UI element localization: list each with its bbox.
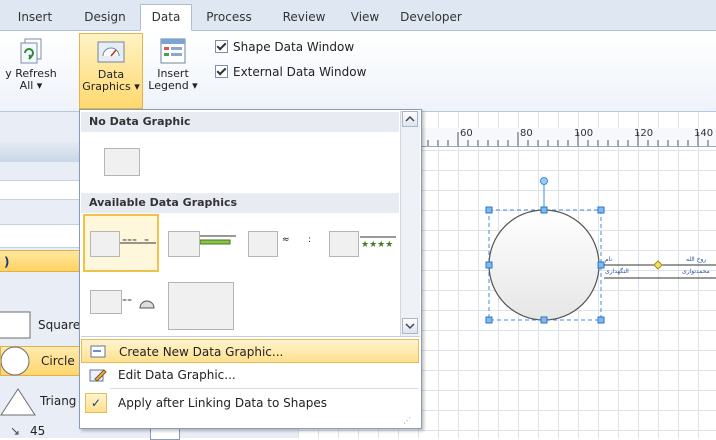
tab-insert[interactable]: Insert (10, 5, 60, 29)
refresh-icon (16, 37, 46, 65)
refresh-all-label-2: All ▾ (19, 79, 43, 92)
data-graphic-thumb[interactable] (248, 231, 278, 257)
legend-icon (158, 37, 188, 65)
shape-triangle-label: Triang (40, 394, 77, 408)
ruler-tick-label: 80 (520, 128, 533, 139)
no-data-graphic-header: No Data Graphic (81, 112, 399, 132)
callout-text: روح الله (686, 256, 707, 263)
scroll-up-button[interactable] (402, 111, 418, 127)
selected-circle-shape[interactable] (470, 170, 716, 330)
data-graphic-thumb[interactable] (168, 231, 200, 257)
tab-developer[interactable]: Developer (394, 5, 468, 29)
scroll-down-button[interactable] (402, 318, 418, 334)
available-data-graphics-header: Available Data Graphics (81, 193, 399, 213)
edit-data-graphic-item[interactable]: Edit Data Graphic... (81, 363, 419, 387)
shape-square-label: Square (38, 318, 81, 332)
circle-shape-icon (1, 346, 30, 376)
svg-text:≈≈: ≈≈ (122, 297, 132, 304)
ribbon: y Refresh All ▾ Data Graphics ▾ Insert L… (0, 31, 716, 112)
data-graphic-thumb[interactable] (90, 290, 122, 314)
checkbox-checked-icon (215, 65, 228, 78)
callout-text: محمدتواری (682, 268, 710, 275)
data-graphic-thumb[interactable] (168, 282, 234, 330)
insert-legend-button[interactable]: Insert Legend ▾ (144, 33, 202, 103)
ribbon-tab-bar: Insert Design Data Process Review View D… (0, 0, 716, 31)
text-icon: ≈ (282, 235, 290, 245)
panel-bullet-icon: ) (4, 255, 10, 269)
star-rating-icon: ★★★★ (360, 236, 396, 248)
speedometer-icon: ≈≈ (122, 297, 155, 309)
create-new-data-graphic-item[interactable]: Create New Data Graphic... (81, 339, 419, 363)
data-graphics-label-2: Graphics ▾ (82, 80, 140, 93)
data-graphics-dropdown: No Data Graphic Available Data Graphics … (79, 109, 422, 429)
edit-pencil-icon (89, 369, 107, 382)
shape-45-degree-label: 45 degree (30, 424, 46, 438)
external-data-window-label: External Data Window (233, 65, 367, 79)
gallery-scrollbar[interactable] (400, 111, 420, 336)
shape-circle-label: Circle (41, 354, 75, 368)
shape-45-degree[interactable]: ↘ 45 degree (0, 424, 80, 438)
checkmark-icon: ✓ (85, 393, 107, 413)
shape-data-window-checkbox[interactable]: Shape Data Window (215, 40, 354, 54)
ruler-tick-label: 100 (574, 128, 594, 139)
edit-data-graphic-label: Edit Data Graphic... (118, 368, 236, 382)
ruler-tick-label: 60 (460, 128, 473, 139)
tab-view[interactable]: View (344, 5, 386, 29)
text-callout-icon: ≈≈≈ ≈ (120, 237, 156, 244)
shape-circle[interactable]: Circle (0, 346, 80, 376)
no-data-graphic-item[interactable] (104, 148, 140, 176)
data-graphic-thumb[interactable] (329, 231, 359, 257)
svg-text:★★★★: ★★★★ (361, 240, 393, 248)
shape-triangle[interactable]: Triang (0, 386, 80, 418)
chevron-down-icon (405, 323, 415, 330)
square-shape-icon (0, 311, 31, 339)
checkbox-checked-icon (215, 40, 228, 53)
shape-data-window-label: Shape Data Window (233, 40, 355, 54)
tab-process[interactable]: Process (200, 5, 258, 29)
menu-separator (81, 336, 420, 337)
tab-data[interactable]: Data (140, 4, 192, 31)
svg-text:≈: ≈ (144, 237, 149, 244)
menu-separator (110, 388, 418, 389)
svg-text:≈≈≈: ≈≈≈ (122, 237, 137, 244)
apply-after-linking-label: Apply after Linking Data to Shapes (118, 396, 327, 410)
data-graphic-thumb (90, 231, 120, 257)
rotation-handle-icon (540, 177, 548, 185)
create-data-graphic-icon (90, 345, 106, 358)
refresh-all-button[interactable]: y Refresh All ▾ (0, 33, 62, 103)
apply-after-linking-item[interactable]: ✓ Apply after Linking Data to Shapes (81, 391, 419, 415)
tab-design[interactable]: Design (76, 5, 134, 29)
ruler-tick-label: 120 (634, 128, 654, 139)
callout-text: نام (605, 256, 613, 263)
text-icon: : (308, 235, 312, 245)
ruler-tick-label: 140 (694, 128, 714, 139)
callout-text: النگهداری (605, 268, 629, 275)
arrow-icon: ↘ (10, 424, 21, 438)
resize-grip-icon[interactable]: ⋰ (403, 416, 411, 425)
progress-bar-icon (200, 235, 236, 245)
create-new-data-graphic-label: Create New Data Graphic... (119, 345, 284, 359)
insert-legend-label-2: Legend ▾ (148, 79, 198, 92)
chevron-up-icon (405, 115, 415, 122)
data-graphics-icon (96, 38, 126, 66)
tab-review[interactable]: Review (276, 5, 332, 29)
shape-square[interactable]: Square (0, 310, 80, 342)
external-data-window-checkbox[interactable]: External Data Window (215, 65, 366, 79)
triangle-shape-icon (0, 388, 36, 416)
data-graphics-button[interactable]: Data Graphics ▾ (79, 33, 143, 109)
